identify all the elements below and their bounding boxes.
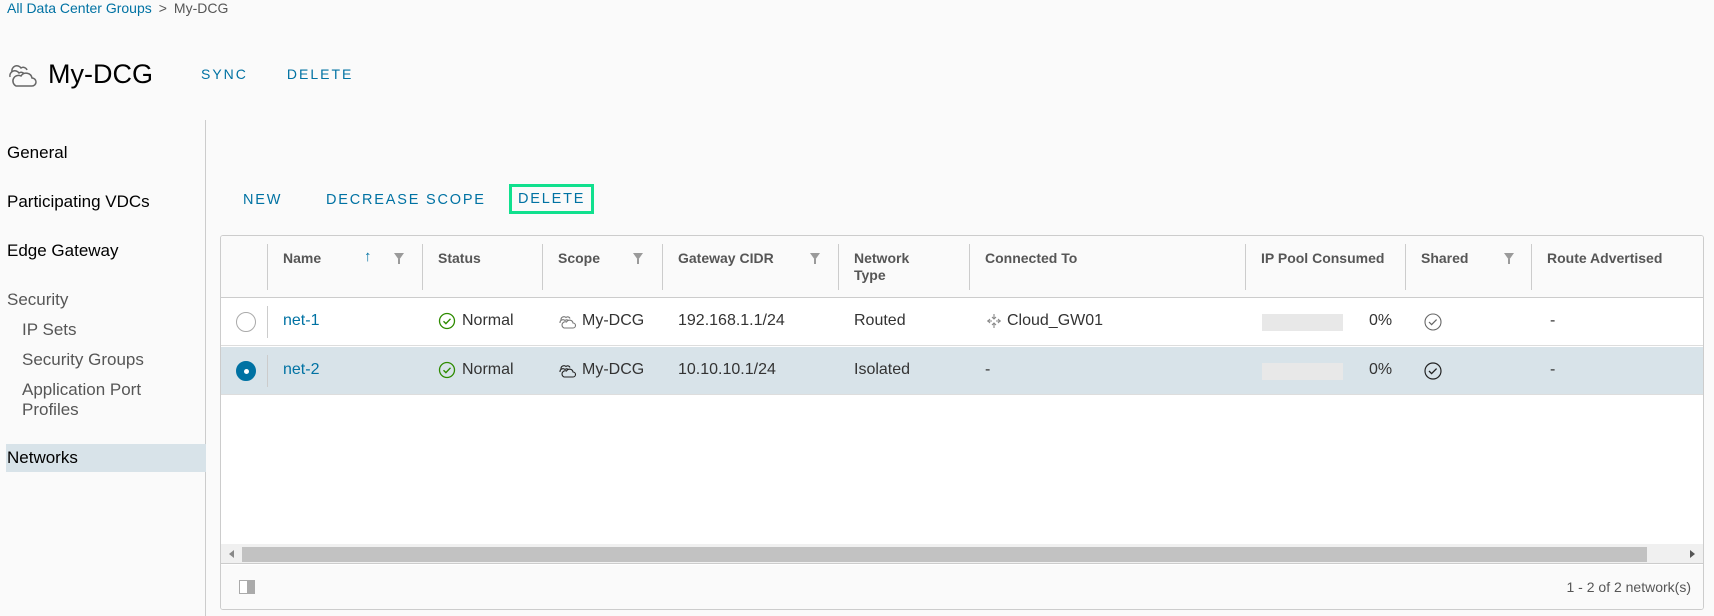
delete-network-button[interactable]: DELETE (509, 184, 595, 214)
status-text: Normal (462, 312, 514, 329)
column-separator (542, 244, 543, 290)
column-separator (1531, 244, 1532, 290)
connected-to-text: - (985, 361, 991, 378)
column-toggle-icon[interactable] (239, 580, 255, 594)
shared-check-icon (1424, 313, 1442, 331)
filter-icon[interactable] (394, 253, 404, 264)
gateway-cidr: 10.10.10.1/24 (678, 361, 776, 378)
breadcrumb-separator: > (158, 0, 167, 16)
data-center-group-icon (559, 316, 577, 329)
ip-pool-percent: 0% (1369, 361, 1393, 378)
new-button[interactable]: NEW (243, 192, 282, 208)
connected-to-text: Cloud_GW01 (1007, 312, 1104, 329)
route-advertised: - (1550, 361, 1556, 378)
scope-text: My-DCG (582, 361, 645, 378)
datagrid-footer: 1 - 2 of 2 network(s) (221, 565, 1703, 609)
column-header-shared[interactable]: Shared (1421, 250, 1468, 267)
scroll-right-arrow-icon[interactable] (1690, 550, 1695, 558)
filter-icon[interactable] (633, 253, 643, 264)
data-center-group-icon (9, 65, 37, 87)
column-separator (969, 244, 970, 290)
column-header-route-advertised[interactable]: Route Advertised (1547, 250, 1662, 267)
column-separator (267, 355, 268, 387)
column-separator (1405, 244, 1406, 290)
column-header-network-type-line1: Network (854, 250, 910, 266)
sidebar-item-security-groups[interactable]: Security Groups (22, 350, 144, 370)
status-text: Normal (462, 361, 514, 378)
breadcrumb-parent-link[interactable]: All Data Center Groups (7, 0, 152, 16)
edge-gateway-icon (987, 314, 1001, 328)
network-name-link[interactable]: net-1 (283, 312, 319, 330)
row-select-radio[interactable] (236, 312, 256, 332)
breadcrumb: All Data Center Groups > My-DCG (7, 0, 228, 16)
sync-button[interactable]: SYNC (201, 66, 248, 82)
data-center-group-icon (559, 365, 577, 378)
sidebar-item-ip-sets[interactable]: IP Sets (22, 320, 77, 340)
shared-check-icon (1424, 362, 1442, 380)
table-row[interactable]: net-2 Normal My-DCG 10.10.10.1/24 Isolat… (221, 347, 1703, 395)
filter-icon[interactable] (1504, 253, 1514, 264)
scrollbar-thumb[interactable] (242, 547, 1647, 562)
breadcrumb-current: My-DCG (173, 0, 229, 16)
sort-ascending-icon[interactable]: ↑ (364, 248, 372, 265)
gateway-cidr: 192.168.1.1/24 (678, 312, 785, 329)
network-type: Isolated (854, 361, 911, 378)
row-select-radio[interactable] (236, 361, 256, 381)
sidebar-item-participating-vdcs[interactable]: Participating VDCs (7, 192, 150, 212)
column-separator (662, 244, 663, 290)
scope-text: My-DCG (582, 312, 645, 329)
table-row[interactable]: net-1 Normal My-DCG 192.168.1.1/24 Route… (221, 298, 1703, 346)
status-ok-icon (438, 361, 456, 379)
scroll-left-arrow-icon[interactable] (229, 550, 234, 558)
datagrid-header: Name ↑ Status Scope Gateway CIDR Network… (221, 236, 1703, 298)
column-header-status[interactable]: Status (438, 250, 481, 267)
route-advertised: - (1550, 312, 1556, 329)
column-separator (1245, 244, 1246, 290)
networks-datagrid: Name ↑ Status Scope Gateway CIDR Network… (220, 235, 1704, 610)
network-name-link[interactable]: net-2 (283, 361, 319, 379)
decrease-scope-button[interactable]: DECREASE SCOPE (326, 192, 486, 208)
column-separator (422, 244, 423, 290)
sidebar-item-general[interactable]: General (7, 143, 67, 163)
status-ok-icon (438, 312, 456, 330)
column-separator (267, 306, 268, 338)
row-count: 1 - 2 of 2 network(s) (1566, 579, 1692, 595)
delete-dcg-button[interactable]: DELETE (287, 66, 353, 82)
sidebar-item-networks[interactable]: Networks (6, 444, 206, 472)
ip-pool-progress-bar (1262, 314, 1343, 331)
column-header-network-type-line2: Type (854, 267, 886, 283)
column-header-network-type[interactable]: Network Type (854, 250, 909, 284)
column-header-ip-pool-consumed[interactable]: IP Pool Consumed (1261, 250, 1384, 267)
horizontal-scrollbar[interactable] (221, 544, 1703, 564)
page-header: My-DCG SYNC DELETE (6, 58, 392, 90)
sidebar-item-application-port-profiles[interactable]: Application Port Profiles (22, 380, 172, 420)
sidebar-group-security: Security (7, 290, 69, 309)
column-separator (838, 244, 839, 290)
network-type: Routed (854, 312, 906, 329)
column-header-name[interactable]: Name (283, 250, 321, 267)
column-header-gateway-cidr[interactable]: Gateway CIDR (678, 250, 774, 267)
column-header-scope[interactable]: Scope (558, 250, 600, 267)
page-title: My-DCG (48, 58, 153, 89)
column-header-connected-to[interactable]: Connected To (985, 250, 1077, 267)
ip-pool-percent: 0% (1369, 312, 1393, 329)
sidebar-item-edge-gateway[interactable]: Edge Gateway (7, 241, 119, 261)
column-separator (267, 244, 268, 290)
ip-pool-progress-bar (1262, 363, 1343, 380)
filter-icon[interactable] (810, 253, 820, 264)
